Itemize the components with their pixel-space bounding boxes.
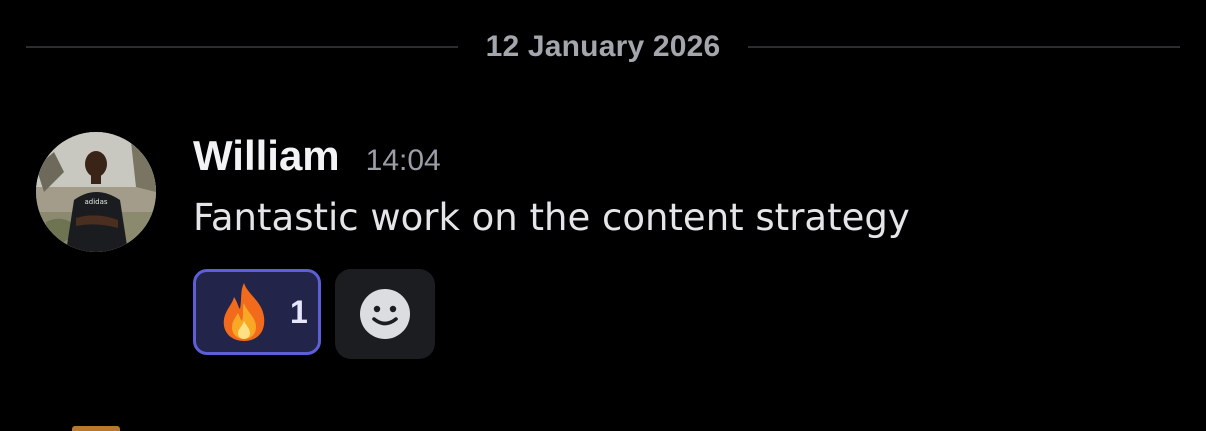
divider-line-left: [26, 46, 458, 48]
reaction-count: 1: [290, 293, 308, 330]
user-photo-avatar-icon: adidas: [36, 132, 156, 252]
smiley-add-reaction-icon: [360, 289, 410, 339]
message-timestamp: 14:04: [365, 144, 441, 177]
fire-emoji-icon: [218, 281, 270, 343]
message-text: Fantastic work on the content strategy: [193, 196, 910, 239]
add-reaction-button[interactable]: [335, 269, 435, 359]
reaction-fire[interactable]: 1: [193, 269, 321, 355]
date-divider: 12 January 2026: [26, 26, 1180, 68]
next-message-avatar[interactable]: [72, 426, 120, 431]
date-divider-label: 12 January 2026: [485, 30, 721, 63]
author-name[interactable]: William: [193, 132, 340, 180]
avatar[interactable]: adidas: [36, 132, 156, 252]
message-item[interactable]: adidas William 14:04 Fantastic work on t…: [36, 132, 1176, 362]
reactions-bar: 1: [193, 269, 435, 359]
message-header: William 14:04: [193, 132, 441, 180]
divider-line-right: [748, 46, 1180, 48]
avatar-shirt-text: adidas: [84, 198, 107, 206]
